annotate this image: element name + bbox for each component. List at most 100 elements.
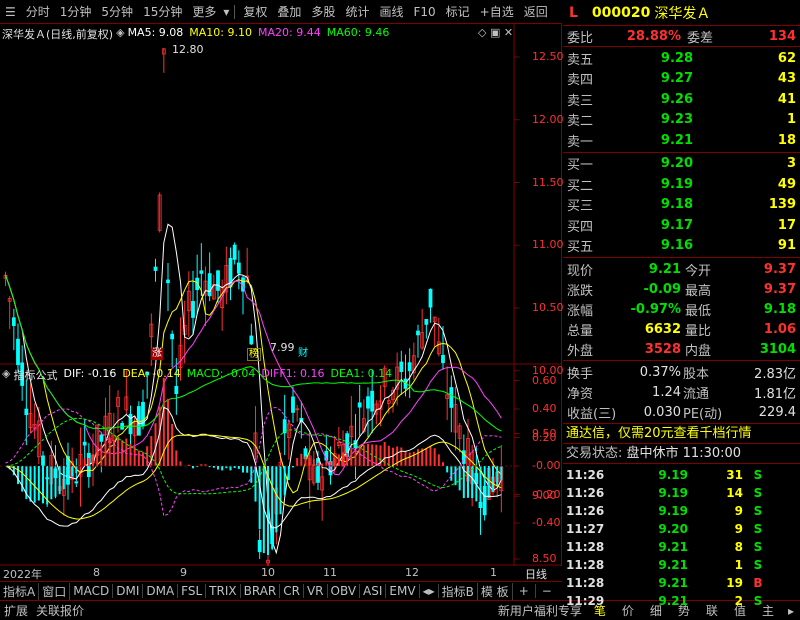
tab-5min[interactable]: 5分钟 [96, 3, 138, 20]
ask-row[interactable]: 卖三 9.26 41 [563, 89, 800, 110]
tick-price: 9.20 [658, 522, 688, 536]
weicha-label: 委差 [687, 30, 714, 46]
tick-side: S [753, 522, 763, 536]
tab-trix[interactable]: TRIX [206, 584, 241, 598]
price-tick: 10.50 [532, 301, 564, 314]
bid-volume: 17 [777, 217, 796, 233]
macd-label: MACD: -0.04 [186, 367, 256, 380]
add-watchlist-button[interactable]: +自选 [475, 3, 519, 20]
kline-chart[interactable] [0, 24, 562, 566]
diamond-icon[interactable]: ◇ [478, 26, 486, 39]
tab-asi[interactable]: ASI [360, 584, 387, 598]
bid-price: 9.17 [660, 217, 693, 233]
stat-value: 229.4 [758, 404, 796, 420]
tab-cr[interactable]: CR [280, 584, 304, 598]
tick-price: 9.21 [658, 576, 688, 590]
tab-window[interactable]: 窗口 [39, 582, 71, 600]
tick-row: 11:28 9.21 8 S [563, 538, 800, 556]
tick-time: 11:27 [566, 522, 605, 536]
tab-minute-chart[interactable]: 分时 [21, 3, 55, 20]
tick-list[interactable]: 11:26 9.19 31 S 11:26 9.19 14 S 11:26 9.19 9 S 11:27… [563, 464, 800, 610]
bid-book: 买一 9.20 3 买二 9.19 49 买三 9.18 139 买四 9.17 17 买五 9.16 91 [563, 153, 800, 258]
finance-marker[interactable]: 财 [297, 348, 309, 360]
ask-label: 卖四 [567, 73, 594, 89]
tab-fsl[interactable]: FSL [178, 584, 207, 598]
draw-line-button[interactable]: 画线 [374, 3, 408, 20]
low-price-label: 7.99 [270, 341, 295, 354]
ask-volume: 62 [777, 50, 796, 66]
tab-emv[interactable]: EMV [386, 584, 420, 598]
tab-1min[interactable]: 1分钟 [55, 3, 97, 20]
tick-side: S [753, 504, 763, 518]
mark-button[interactable]: 标记 [441, 3, 475, 20]
dea1-label: DEA1: 0.14 [330, 367, 393, 380]
trade-status: 交易状态: 盘中休市 11:30:00 [563, 444, 800, 464]
company-stats: 换手 0.37% 股本 2.83亿 净资 1.24 流通 1.81亿 收益(三) 0.030 PE(… [563, 361, 800, 424]
tab-vr[interactable]: VR [304, 584, 328, 598]
tab-more[interactable]: 更多 [187, 3, 221, 20]
dea-label: DEA: -0.14 [122, 367, 181, 380]
close-icon[interactable]: ✕ [504, 26, 513, 39]
ask-row[interactable]: 卖二 9.23 1 [563, 110, 800, 131]
expand-button[interactable]: 扩展 [0, 602, 32, 619]
year-label: 2022年 [3, 568, 42, 581]
tab-15min[interactable]: 15分钟 [138, 3, 187, 20]
tab-indicator-a[interactable]: 指标A [0, 582, 40, 600]
overlay-button[interactable]: 叠加 [272, 3, 306, 20]
tick-side: S [753, 540, 763, 554]
f10-button[interactable]: F10 [408, 5, 440, 19]
tab-dma[interactable]: DMA [143, 584, 179, 598]
tab-macd[interactable]: MACD [70, 584, 114, 598]
macd-tick: 0.60 [532, 373, 557, 387]
limit-up-marker[interactable]: 涨 [151, 348, 163, 360]
square-icon[interactable]: ▣ [490, 26, 500, 39]
tick-volume: 9 [734, 504, 743, 518]
zoom-in-button[interactable]: + [513, 584, 536, 598]
tick-row: 11:28 9.21 1 S [563, 556, 800, 574]
menu-icon[interactable]: ☰ [0, 5, 21, 19]
ask-row[interactable]: 卖四 9.27 43 [563, 69, 800, 90]
multi-stock-button[interactable]: 多股 [306, 3, 340, 20]
tab-indicator-b[interactable]: 指标B [439, 582, 478, 600]
tab-template[interactable]: 模 板 [478, 582, 513, 600]
ask-row[interactable]: 卖一 9.21 18 [563, 130, 800, 151]
statistics-button[interactable]: 统计 [340, 3, 374, 20]
dragon-tiger-marker[interactable]: 榜 [247, 348, 261, 361]
adjust-button[interactable]: 复权 [238, 3, 272, 20]
bid-volume: 49 [777, 176, 796, 192]
bid-row[interactable]: 买四 9.17 17 [563, 215, 800, 236]
trade-status-label: 交易状态: [566, 446, 623, 461]
more-dropdown-icon[interactable]: ▾ [221, 5, 231, 19]
month-1: 1 [490, 566, 497, 579]
tab-scroll-icon[interactable]: ◂▸ [420, 584, 439, 598]
weibi-value: 28.88% [626, 28, 681, 44]
tick-row: 11:27 9.20 9 S [563, 520, 800, 538]
stat-value: 1.24 [652, 384, 681, 400]
chart-area[interactable]: 深华发Ａ (日线,前复权) ◈ MA5: 9.08 MA10: 9.10 MA2… [0, 24, 564, 620]
tab-brar[interactable]: BRAR [241, 584, 281, 598]
indicator-dropdown-icon[interactable]: ◈ [2, 367, 10, 383]
bid-row[interactable]: 买二 9.19 49 [563, 174, 800, 195]
bid-row[interactable]: 买一 9.20 3 [563, 154, 800, 175]
period-label[interactable]: 日线 [525, 566, 547, 582]
back-button[interactable]: 返回 [519, 3, 553, 20]
ask-row[interactable]: 卖五 9.28 62 [563, 48, 800, 69]
related-quote-button[interactable]: 关联报价 [32, 602, 88, 619]
stat-value: 3104 [759, 341, 796, 357]
bid-price: 9.20 [660, 156, 693, 172]
bid-row[interactable]: 买五 9.16 91 [563, 236, 800, 257]
macd-tick: 0.40 [532, 402, 557, 415]
indicator-name[interactable]: 指标公式 [13, 367, 57, 383]
bid-row[interactable]: 买三 9.18 139 [563, 195, 800, 216]
stat-row: 收益(三) 0.030 PE(动) 229.4 [563, 402, 800, 422]
macd-header: ◈ 指标公式 DIF: -0.16 DEA: -0.14 MACD: -0.04… [2, 367, 392, 383]
stat-value: 0.030 [643, 404, 681, 420]
tick-side: S [753, 486, 763, 500]
tab-obv[interactable]: OBV [328, 584, 361, 598]
ma60-label: MA60: 9.46 [326, 26, 390, 39]
stat-label: 股本 [683, 366, 710, 382]
header-dropdown-icon[interactable]: ◈ [116, 26, 124, 40]
promo-banner[interactable]: 通达信，仅需20元查看千档行情 [563, 424, 800, 444]
zoom-out-button[interactable]: − [536, 584, 558, 598]
tab-dmi[interactable]: DMI [113, 584, 144, 598]
